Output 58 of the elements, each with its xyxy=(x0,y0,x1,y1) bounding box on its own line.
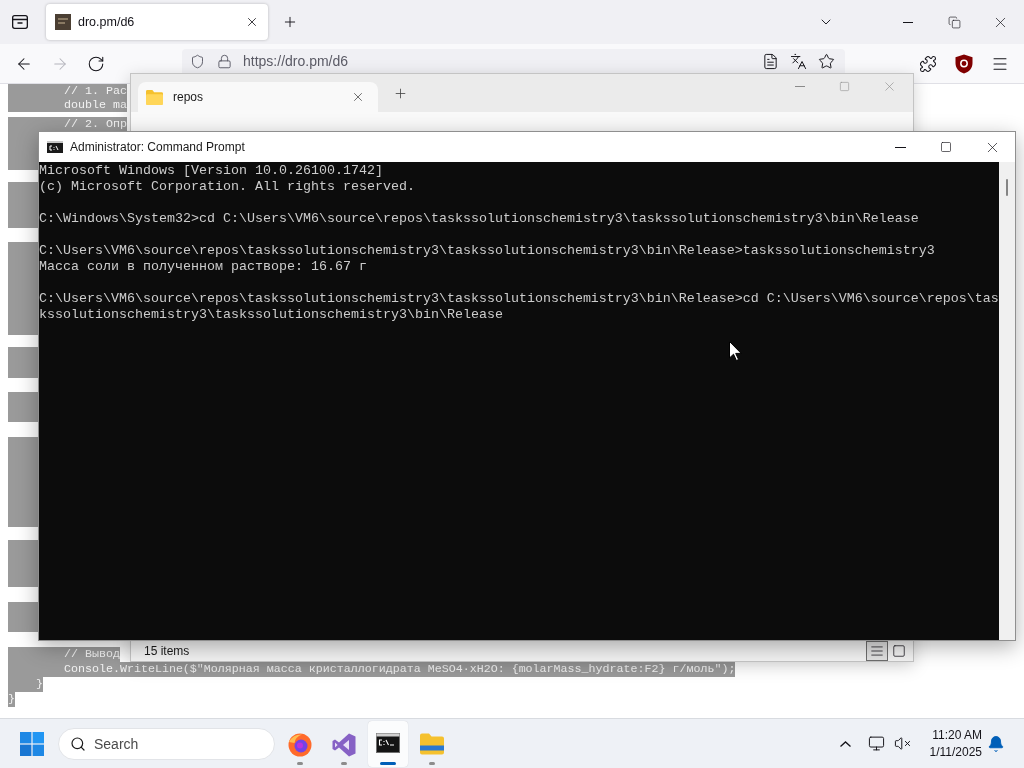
url-text: https://dro.pm/d6 xyxy=(243,53,349,69)
monitor-icon xyxy=(867,735,885,752)
maximize-icon xyxy=(839,80,850,92)
plus-icon xyxy=(282,14,298,30)
terminal-line: C:\Users\VM6\source\repos\taskssolutionschemistry3\taskssolutionschemistry3\bin\Release>cd C:\Users\VM6\source\repos\taskssolutionschemistry3\taskssolutionschemistry3\bin\Release xyxy=(39,291,999,323)
box-icon xyxy=(12,15,28,29)
browser-tab[interactable]: dro.pm/d6 xyxy=(46,4,268,40)
terminal-line: (c) Microsoft Corporation. All rights reserved. xyxy=(39,179,416,195)
lock-icon xyxy=(217,53,232,69)
running-indicator-icon xyxy=(380,761,396,765)
plus-icon xyxy=(392,85,408,101)
minimize-icon xyxy=(903,21,913,23)
scrollbar-thumb[interactable] xyxy=(1006,179,1008,196)
clock-time: 11:20 AM xyxy=(932,726,982,744)
start-logo-icon xyxy=(20,731,44,756)
window-title: Administrator: Command Prompt xyxy=(70,139,245,156)
folder-icon xyxy=(146,89,163,105)
close-icon xyxy=(351,90,365,104)
minimize-icon xyxy=(794,85,805,87)
document-icon xyxy=(761,52,779,70)
address-field[interactable]: https://dro.pm/d6 xyxy=(182,49,845,73)
restore-icon xyxy=(947,15,961,29)
terminal-icon xyxy=(376,732,400,753)
close-icon xyxy=(245,15,259,29)
chevron-up-icon xyxy=(839,740,851,747)
list-icon xyxy=(870,643,884,658)
speaker-muted-icon xyxy=(893,735,911,752)
clock-date: 1/11/2025 xyxy=(929,743,982,761)
favicon-icon xyxy=(55,14,71,30)
translate-icon xyxy=(789,52,807,70)
terminal-icon xyxy=(47,141,63,153)
reload-icon xyxy=(87,54,105,73)
explorer-tab[interactable]: repos xyxy=(138,82,378,112)
search-icon xyxy=(70,735,86,752)
shield-icon xyxy=(955,53,973,74)
ide-logo-icon xyxy=(332,732,356,757)
terminal-line: Microsoft Windows [Version 10.0.26100.1742] xyxy=(39,163,384,179)
mouse-pointer-icon xyxy=(729,341,742,361)
running-indicator-icon xyxy=(341,761,347,765)
terminal-line: C:\Windows\System32>cd C:\Users\VM6\source\repos\taskssolutionschemistry3\taskssolutionschemistry3\bin\Release xyxy=(39,211,920,227)
star-icon xyxy=(817,52,835,70)
running-indicator-icon xyxy=(297,761,303,765)
status-text: 15 items xyxy=(144,642,190,660)
terminal-line: C:\Users\VM6\source\repos\taskssolutionschemistry3\taskssolutionschemistry3\bin\Release>taskssolutionschemistry3 xyxy=(39,243,936,259)
running-indicator-icon xyxy=(429,761,435,765)
square-icon xyxy=(892,643,906,658)
puzzle-icon xyxy=(919,54,937,73)
scrollbar[interactable] xyxy=(999,162,1015,640)
search-field[interactable]: Search xyxy=(58,727,275,760)
shield-icon xyxy=(190,53,205,69)
maximize-icon xyxy=(940,141,952,153)
bell-icon xyxy=(987,734,1005,753)
terminal-line: Масса соли в полученном растворе: 16.67 г xyxy=(39,259,368,275)
taskbar-app-button[interactable] xyxy=(368,720,408,767)
folder-icon xyxy=(420,732,444,755)
minimize-icon xyxy=(894,146,906,148)
browser-logo-icon xyxy=(288,732,312,757)
details-view-button[interactable] xyxy=(866,640,888,661)
